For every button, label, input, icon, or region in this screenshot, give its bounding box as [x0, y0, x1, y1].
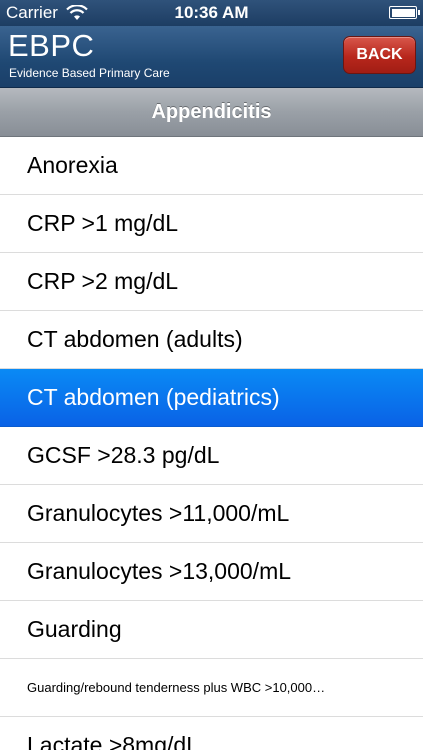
- section-title: Appendicitis: [0, 88, 423, 137]
- status-time: 10:36 AM: [174, 3, 249, 22]
- list-item[interactable]: Lactate >8mg/dL: [0, 717, 423, 750]
- list-item[interactable]: GCSF >28.3 pg/dL: [0, 427, 423, 485]
- battery-icon: [389, 6, 420, 19]
- list-item[interactable]: Guarding/rebound tenderness plus WBC >10…: [0, 659, 423, 717]
- list: Anorexia CRP >1 mg/dL CRP >2 mg/dL CT ab…: [0, 137, 423, 750]
- app-header: EBPC Evidence Based Primary Care BACK: [0, 26, 423, 88]
- battery-fill: [391, 8, 415, 17]
- status-bar: Carrier 10:36 AM: [0, 0, 423, 26]
- list-item[interactable]: CRP >1 mg/dL: [0, 195, 423, 253]
- list-item[interactable]: Granulocytes >11,000/mL: [0, 485, 423, 543]
- list-item[interactable]: Granulocytes >13,000/mL: [0, 543, 423, 601]
- app-subtitle: Evidence Based Primary Care: [9, 66, 170, 80]
- app-title: EBPC: [8, 28, 95, 63]
- list-item[interactable]: CT abdomen (adults): [0, 311, 423, 369]
- list-item[interactable]: Anorexia: [0, 137, 423, 195]
- back-button[interactable]: BACK: [343, 36, 416, 74]
- list-item[interactable]: CRP >2 mg/dL: [0, 253, 423, 311]
- list-item[interactable]: CT abdomen (pediatrics): [0, 369, 423, 427]
- list-item[interactable]: Guarding: [0, 601, 423, 659]
